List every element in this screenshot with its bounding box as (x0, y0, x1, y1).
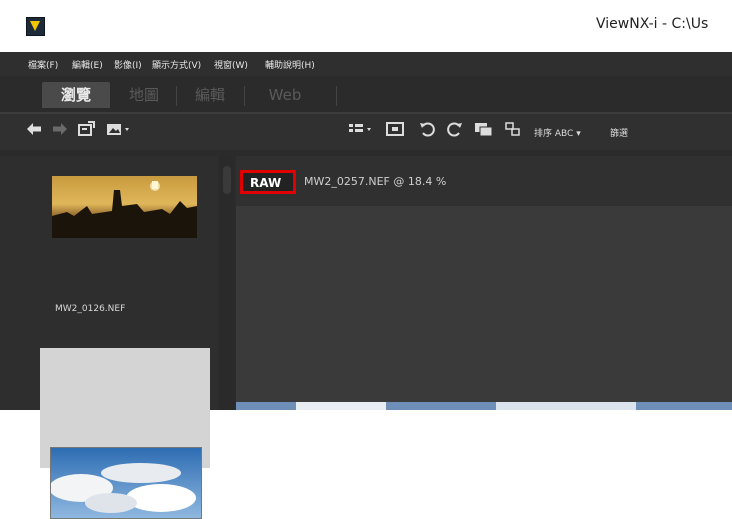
app-window: 檔案(F) 編輯(E) 影像(I) 顯示方式(V) 視窗(W) 輔助說明(H) … (0, 52, 732, 519)
rotate-left-icon[interactable] (418, 121, 436, 141)
tab-web[interactable]: Web (250, 82, 320, 108)
sort-label: 排序 ABC (534, 129, 574, 139)
tab-browse[interactable]: 瀏覽 (42, 82, 110, 108)
back-arrow-icon[interactable] (26, 121, 42, 141)
thumbnail-image-1[interactable] (52, 176, 197, 238)
tab-edit[interactable]: 編輯 (180, 82, 240, 108)
tab-separator (244, 86, 245, 106)
image-viewer: RAW MW2_0257.NEF @ 18.4 % (236, 156, 732, 410)
tab-map[interactable]: 地圖 (114, 82, 174, 108)
export-icon[interactable] (106, 121, 132, 141)
menu-file[interactable]: 檔案(F) (28, 58, 58, 71)
thumbnail-image-2[interactable] (50, 447, 202, 519)
splitter-handle[interactable] (223, 166, 231, 194)
image-preview[interactable] (236, 402, 732, 410)
menu-window[interactable]: 視窗(W) (214, 58, 248, 71)
title-bar: ViewNX-i - C:\Us (0, 0, 732, 52)
import-icon[interactable] (78, 121, 96, 141)
mode-tabs: 瀏覽 地圖 編輯 Web (0, 78, 732, 114)
menu-bar: 檔案(F) 編輯(E) 影像(I) 顯示方式(V) 視窗(W) 輔助說明(H) (0, 52, 732, 76)
menu-edit[interactable]: 編輯(E) (72, 58, 103, 71)
menu-help[interactable]: 輔助說明(H) (265, 58, 315, 71)
layout-icon[interactable] (348, 121, 374, 141)
menu-view[interactable]: 顯示方式(V) (152, 58, 201, 71)
raw-badge: RAW (250, 176, 282, 190)
forward-arrow-icon[interactable] (52, 121, 68, 141)
toolbar: 排序 ABC ▾ 篩選 (0, 114, 732, 150)
compare-icon[interactable] (474, 121, 494, 141)
tab-separator (336, 86, 337, 106)
fit-icon[interactable] (386, 121, 404, 141)
window-title: ViewNX-i - C:\Us (596, 16, 709, 32)
thumbnail-sidebar: MW2_0126.NEF (0, 156, 218, 519)
viewer-header: RAW MW2_0257.NEF @ 18.4 % (236, 156, 732, 206)
menu-image[interactable]: 影像(I) (114, 58, 142, 71)
panel-splitter[interactable] (220, 156, 234, 410)
tab-separator (176, 86, 177, 106)
group-icon[interactable] (504, 121, 522, 141)
chevron-down-icon: ▾ (576, 129, 581, 139)
filter-label[interactable]: 篩選 (610, 126, 628, 139)
sort-dropdown[interactable]: 排序 ABC ▾ (534, 126, 581, 139)
raw-badge-highlight: RAW (240, 170, 296, 194)
viewnx-app-icon[interactable] (26, 17, 45, 36)
rotate-right-icon[interactable] (446, 121, 464, 141)
thumbnail-filename: MW2_0126.NEF (55, 304, 126, 314)
file-info-label: MW2_0257.NEF @ 18.4 % (304, 175, 447, 188)
